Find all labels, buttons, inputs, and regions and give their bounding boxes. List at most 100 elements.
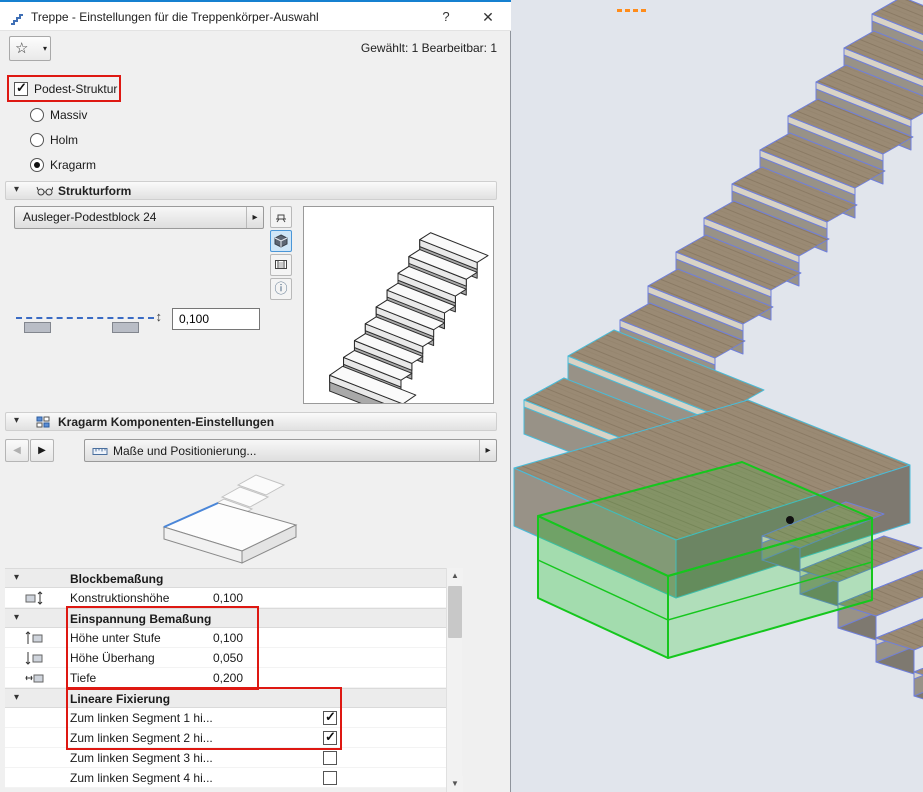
- group-title: Blockbemaßung: [70, 572, 163, 586]
- segment-2-checkbox[interactable]: [323, 731, 337, 745]
- table-row[interactable]: Konstruktionshöhe 0,100: [5, 588, 446, 608]
- scroll-up-icon[interactable]: ▲: [447, 568, 463, 584]
- row-label: Konstruktionshöhe: [70, 591, 169, 605]
- dimension-icon: [25, 671, 45, 688]
- table-row[interactable]: Tiefe 0,200: [5, 668, 446, 688]
- table-scrollbar[interactable]: ▲ ▼: [446, 568, 462, 792]
- radio-kragarm[interactable]: Kragarm: [30, 157, 96, 173]
- app-window: Treppe - Einstellungen für die Treppenkö…: [0, 0, 923, 792]
- segment-4-checkbox[interactable]: [323, 771, 337, 785]
- prev-component-button[interactable]: ◀: [5, 439, 29, 462]
- group-title: Lineare Fixierung: [70, 692, 170, 706]
- row-label: Zum linken Segment 4 hi...: [70, 771, 213, 785]
- info-button[interactable]: ⓘ: [270, 278, 292, 300]
- masse-icon: [92, 445, 108, 460]
- segment-1-checkbox[interactable]: [323, 711, 337, 725]
- dimension-icon: [25, 651, 45, 668]
- 3d-stair-model[interactable]: [512, 0, 923, 792]
- star-icon: ☆: [15, 39, 28, 57]
- edit-node-dot[interactable]: [786, 516, 794, 524]
- strukturform-icon: [36, 185, 53, 199]
- podest-struktur-checkbox[interactable]: [14, 82, 28, 96]
- radio-holm[interactable]: Holm: [30, 132, 78, 148]
- row-value[interactable]: 0,050: [213, 651, 243, 665]
- podestblock-dropdown-value: Ausleger-Podestblock 24: [23, 210, 156, 224]
- masse-dropdown-value: Maße und Positionierung...: [113, 444, 256, 458]
- elevation-view-icon: [274, 210, 288, 226]
- komponenten-title: Kragarm Komponenten-Einstellungen: [58, 415, 274, 429]
- radio-kragarm-control[interactable]: [30, 158, 44, 172]
- podestblock-dropdown[interactable]: Ausleger-Podestblock 24 ▸: [14, 206, 264, 229]
- group-title: Einspannung Bemaßung: [70, 612, 211, 626]
- row-value[interactable]: 0,100: [213, 631, 243, 645]
- group-row-blockbemassung[interactable]: ▾ Blockbemaßung: [5, 568, 446, 588]
- dropdown-right-arrow-icon: ▸: [246, 207, 263, 228]
- structure-preview: [303, 206, 494, 404]
- dialog-toolbar: ☆ ▾ Gewählt: 1 Bearbeitbar: 1: [0, 33, 511, 65]
- dimension-icon: [25, 591, 45, 608]
- info-icon: ⓘ: [274, 281, 287, 296]
- selection-status: Gewählt: 1 Bearbeitbar: 1: [361, 41, 497, 55]
- masse-positionierung-dropdown[interactable]: Maße und Positionierung... ▸: [84, 439, 497, 462]
- table-row[interactable]: Höhe unter Stufe 0,100: [5, 628, 446, 648]
- help-button[interactable]: ?: [429, 2, 463, 32]
- parameter-table: ▾ Blockbemaßung Konstruktionshöhe 0,100 …: [5, 568, 446, 788]
- chevron-down-icon: ▾: [43, 44, 47, 53]
- row-label: Zum linken Segment 3 hi...: [70, 751, 213, 765]
- section-view-button[interactable]: [270, 254, 292, 276]
- scrollbar-thumb[interactable]: [448, 586, 462, 638]
- stair-tool-icon: [9, 10, 25, 29]
- table-row[interactable]: Zum linken Segment 2 hi...: [5, 728, 446, 748]
- support-diagram: ↕: [16, 305, 162, 335]
- scroll-down-icon[interactable]: ▼: [447, 776, 463, 792]
- group-row-einspannung[interactable]: ▾ Einspannung Bemaßung: [5, 608, 446, 628]
- row-label: Tiefe: [70, 671, 96, 685]
- 3d-cube-icon: [274, 234, 288, 251]
- collapse-triangle-icon[interactable]: ▾: [14, 184, 19, 195]
- support-dashed-line: [16, 317, 154, 319]
- table-row[interactable]: Zum linken Segment 3 hi...: [5, 748, 446, 768]
- dialog-titlebar[interactable]: Treppe - Einstellungen für die Treppenkö…: [0, 0, 511, 31]
- dimension-icon: [25, 631, 45, 648]
- strukturform-section-header[interactable]: ▾ Strukturform: [5, 181, 497, 200]
- row-label: Zum linken Segment 1 hi...: [70, 711, 213, 725]
- offset-input[interactable]: [172, 308, 260, 330]
- strukturform-title: Strukturform: [58, 184, 131, 198]
- row-label: Zum linken Segment 2 hi...: [70, 731, 213, 745]
- favorites-button[interactable]: ☆ ▾: [9, 36, 51, 61]
- radio-massiv-control[interactable]: [30, 108, 44, 122]
- 3d-view-button[interactable]: [270, 230, 292, 252]
- komponenten-section-header[interactable]: ▾ Kragarm Komponenten-Einstellungen: [5, 412, 497, 431]
- dialog-title: Treppe - Einstellungen für die Treppenkö…: [31, 10, 319, 24]
- collapse-triangle-icon[interactable]: ▾: [14, 415, 19, 426]
- film-strip-icon: [274, 258, 288, 274]
- stair-settings-dialog: Treppe - Einstellungen für die Treppenkö…: [0, 0, 511, 792]
- support-block-right: [112, 322, 139, 333]
- table-row[interactable]: Zum linken Segment 1 hi...: [5, 708, 446, 728]
- updown-arrow-icon: ↕: [156, 309, 163, 324]
- radio-kragarm-label: Kragarm: [50, 158, 96, 172]
- komponenten-icon: [36, 416, 50, 432]
- table-row[interactable]: Höhe Überhang 0,050: [5, 648, 446, 668]
- radio-massiv[interactable]: Massiv: [30, 107, 87, 123]
- expand-icon[interactable]: ▾: [14, 692, 19, 703]
- next-component-button[interactable]: ▶: [30, 439, 54, 462]
- component-sketch: [148, 463, 318, 568]
- row-value[interactable]: 0,100: [213, 591, 243, 605]
- radio-holm-label: Holm: [50, 133, 78, 147]
- segment-3-checkbox[interactable]: [323, 751, 337, 765]
- podest-struktur-label: Podest-Struktur: [34, 82, 117, 96]
- group-row-fixierung[interactable]: ▾ Lineare Fixierung: [5, 688, 446, 708]
- podest-struktur-row[interactable]: Podest-Struktur: [14, 81, 117, 97]
- dropdown-right-arrow-icon: ▸: [479, 440, 496, 461]
- close-button[interactable]: ✕: [471, 2, 505, 32]
- expand-icon[interactable]: ▾: [14, 612, 19, 623]
- expand-icon[interactable]: ▾: [14, 572, 19, 583]
- 3d-viewport[interactable]: [512, 0, 923, 792]
- elevation-view-button[interactable]: [270, 206, 292, 228]
- row-label: Höhe Überhang: [70, 651, 155, 665]
- support-block-left: [24, 322, 51, 333]
- radio-holm-control[interactable]: [30, 133, 44, 147]
- row-value[interactable]: 0,200: [213, 671, 243, 685]
- table-row[interactable]: Zum linken Segment 4 hi...: [5, 768, 446, 788]
